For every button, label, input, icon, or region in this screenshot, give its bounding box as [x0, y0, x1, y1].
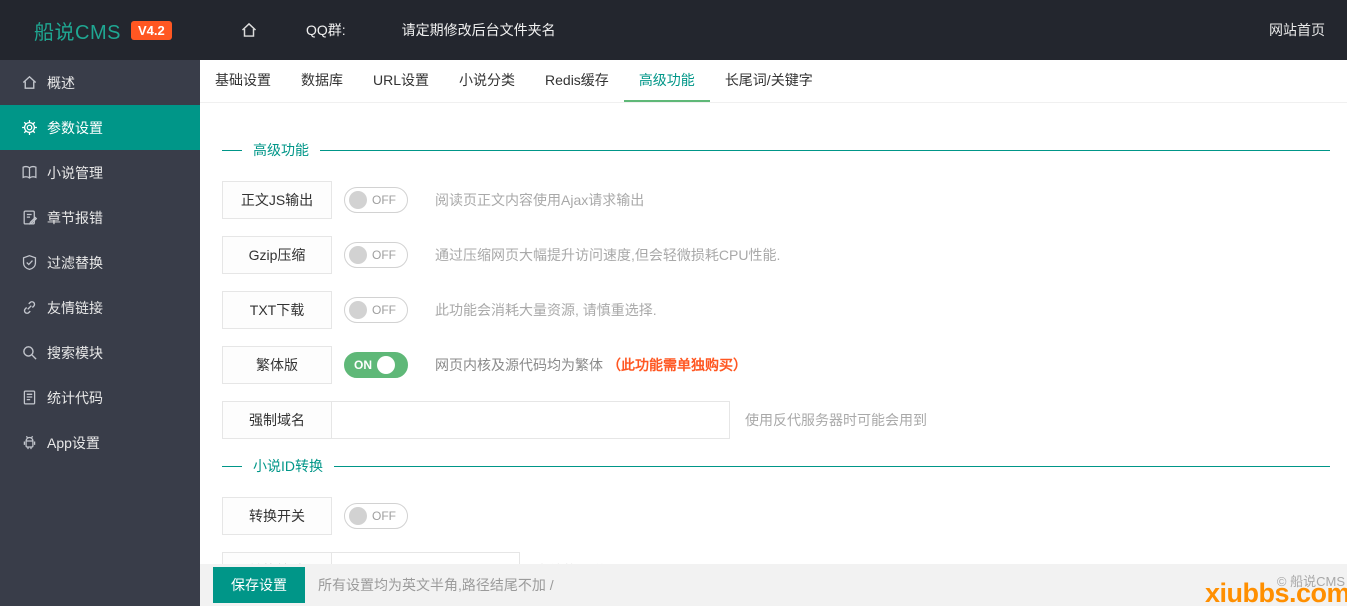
sidebar-item-4[interactable]: 章节报错: [0, 195, 200, 240]
watermark: xiubbs.com: [1204, 578, 1347, 606]
tab-4[interactable]: 小说分类: [444, 60, 530, 102]
home-icon: [21, 74, 38, 91]
switch-knob: [349, 191, 367, 209]
sidebar-item-label: 章节报错: [47, 209, 103, 226]
footer-hint: 所有设置均为英文半角,路径结尾不加 /: [318, 577, 554, 593]
toggle-switch[interactable]: OFF: [344, 187, 408, 213]
tab-2[interactable]: 数据库: [286, 60, 358, 102]
sidebar-item-label: 统计代码: [47, 389, 103, 406]
switch-knob: [377, 356, 395, 374]
qq-group-label: QQ群:: [306, 22, 346, 38]
section-legend: 小说ID转换: [222, 456, 1330, 476]
top-header: 船说CMS V4.2 QQ群: 请定期修改后台文件夹名 网站首页: [0, 0, 1347, 60]
setting-row: TXT下载 OFF 此功能会消耗大量资源, 请慎重选择.: [222, 291, 1330, 329]
setting-row: 繁体版 ON 网页内核及源代码均为繁体 （此功能需单独购买）: [222, 346, 1330, 384]
sidebar-item-7[interactable]: 搜索模块: [0, 330, 200, 375]
settings-section: 高级功能正文JS输出 OFF 阅读页正文内容使用Ajax请求输出 Gzip压缩 OFF 通…: [222, 140, 1330, 439]
section-legend: 高级功能: [222, 140, 1330, 160]
settings-tabs: 基础设置 数据库 URL设置 小说分类 Redis缓存 高级功能 长尾词/关键字: [200, 60, 1347, 103]
logo: 船说CMS V4.2: [0, 16, 200, 45]
search-icon: [21, 344, 38, 361]
tab-3[interactable]: URL设置: [358, 60, 444, 102]
setting-description: 阅读页正文内容使用Ajax请求输出: [435, 192, 645, 208]
main-panel: 基础设置 数据库 URL设置 小说分类 Redis缓存 高级功能 长尾词/关键字 高级功能正…: [200, 60, 1347, 606]
app-title: 船说CMS: [34, 21, 121, 44]
sidebar-item-1[interactable]: 概述: [0, 60, 200, 105]
toggle-switch[interactable]: OFF: [344, 503, 408, 529]
sidebar-item-2[interactable]: 参数设置: [0, 105, 200, 150]
setting-input[interactable]: [331, 401, 730, 439]
sidebar-item-label: 概述: [47, 74, 75, 91]
sidebar: 概述参数设置小说管理章节报错过滤替换友情链接搜索模块统计代码 App设置: [0, 60, 200, 606]
toggle-switch[interactable]: ON: [344, 352, 408, 378]
sidebar-item-5[interactable]: 过滤替换: [0, 240, 200, 285]
setting-label: 繁体版: [222, 346, 332, 384]
footer-bar: 保存设置 所有设置均为英文半角,路径结尾不加 / © 船说CMS xiubbs.…: [200, 564, 1347, 606]
header-notice: 请定期修改后台文件夹名: [401, 22, 556, 38]
header-nav: QQ群: 请定期修改后台文件夹名: [200, 20, 556, 40]
switch-knob: [349, 507, 367, 525]
setting-label: TXT下载: [222, 291, 332, 329]
setting-label: 转换开关: [222, 497, 332, 535]
sidebar-item-8[interactable]: 统计代码: [0, 375, 200, 420]
setting-description: 使用反代服务器时可能会用到: [745, 412, 927, 428]
switch-knob: [349, 301, 367, 319]
android-icon: [21, 434, 38, 451]
sidebar-item-label: 过滤替换: [47, 254, 103, 271]
toggle-switch[interactable]: OFF: [344, 242, 408, 268]
sidebar-item-9[interactable]: App设置: [0, 420, 200, 465]
shield-icon: [21, 254, 38, 271]
home-icon[interactable]: [240, 21, 258, 39]
setting-label: 强制域名: [222, 401, 332, 439]
toggle-switch[interactable]: OFF: [344, 297, 408, 323]
setting-row: Gzip压缩 OFF 通过压缩网页大幅提升访问速度,但会轻微损耗CPU性能.: [222, 236, 1330, 274]
setting-description: 此功能会消耗大量资源, 请慎重选择.: [435, 302, 657, 318]
gear-icon: [21, 119, 38, 136]
sidebar-item-label: 参数设置: [47, 119, 103, 136]
setting-row: 强制域名 使用反代服务器时可能会用到: [222, 401, 1330, 439]
settings-content: 高级功能正文JS输出 OFF 阅读页正文内容使用Ajax请求输出 Gzip压缩 OFF 通…: [200, 103, 1347, 590]
tab-5[interactable]: Redis缓存: [530, 60, 624, 102]
tab-7[interactable]: 长尾词/关键字: [710, 60, 828, 102]
tab-6[interactable]: 高级功能: [623, 60, 710, 102]
purchase-warning: （此功能需单独购买）: [607, 357, 747, 373]
tab-1[interactable]: 基础设置: [200, 60, 286, 102]
sidebar-item-label: 小说管理: [47, 164, 103, 181]
report-icon: [21, 209, 38, 226]
sidebar-item-3[interactable]: 小说管理: [0, 150, 200, 195]
sidebar-item-label: 友情链接: [47, 299, 103, 316]
version-badge: V4.2: [130, 20, 172, 40]
sidebar-item-label: App设置: [47, 434, 100, 451]
setting-description: 通过压缩网页大幅提升访问速度,但会轻微损耗CPU性能.: [435, 247, 781, 263]
stats-icon: [21, 389, 38, 406]
book-icon: [21, 164, 38, 181]
setting-label: 正文JS输出: [222, 181, 332, 219]
site-home-link[interactable]: 网站首页: [1269, 20, 1347, 40]
setting-row: 正文JS输出 OFF 阅读页正文内容使用Ajax请求输出: [222, 181, 1330, 219]
save-settings-button[interactable]: 保存设置: [213, 567, 305, 603]
switch-knob: [349, 246, 367, 264]
sidebar-item-label: 搜索模块: [47, 344, 103, 361]
setting-row: 转换开关 OFF: [222, 497, 1330, 535]
setting-description: 网页内核及源代码均为繁体: [435, 357, 603, 373]
setting-label: Gzip压缩: [222, 236, 332, 274]
sidebar-item-6[interactable]: 友情链接: [0, 285, 200, 330]
link-icon: [21, 299, 38, 316]
